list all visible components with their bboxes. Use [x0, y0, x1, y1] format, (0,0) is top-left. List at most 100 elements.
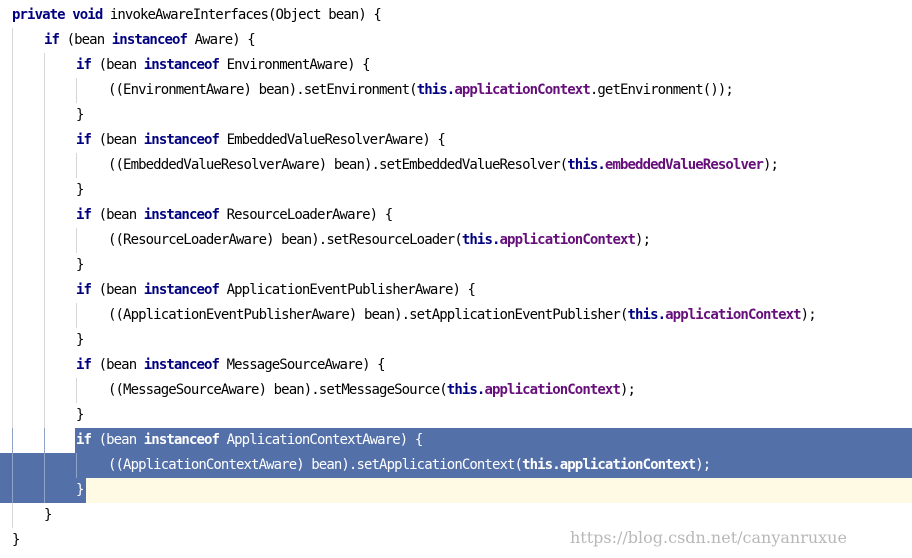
field-token: embeddedValueResolver	[604, 157, 764, 173]
indent-guide	[44, 453, 45, 478]
code-text: }	[12, 528, 20, 553]
keyword-token: private void	[12, 7, 110, 23]
code-line[interactable]: if (bean instanceof Aware) {	[0, 28, 912, 53]
indent-guide	[44, 128, 45, 153]
code-token: );	[695, 457, 711, 473]
code-token: EnvironmentAware) {	[226, 57, 371, 73]
code-token: }	[44, 507, 52, 523]
code-text: }	[76, 103, 84, 128]
keyword-token: instanceof	[111, 32, 195, 48]
keyword-token: if	[76, 432, 99, 448]
code-line[interactable]: }	[0, 103, 912, 128]
code-line[interactable]: ((ApplicationEventPublisherAware) bean).…	[0, 303, 912, 328]
field-token: applicationContext	[484, 382, 620, 398]
indent-guide	[44, 203, 45, 228]
code-token: (bean	[66, 32, 112, 48]
code-text: }	[76, 478, 84, 503]
code-line[interactable]: private void invokeAwareInterfaces(Objec…	[0, 3, 912, 28]
code-text: if (bean instanceof MessageSourceAware) …	[76, 353, 386, 378]
indent-guide	[12, 253, 13, 278]
indent-guide	[44, 178, 45, 203]
code-text: if (bean instanceof ResourceLoaderAware)…	[76, 203, 394, 228]
keyword-token: this.	[627, 307, 666, 323]
keyword-token: if	[76, 207, 99, 223]
field-token: applicationContext	[665, 307, 801, 323]
code-text: ((ApplicationEventPublisherAware) bean).…	[108, 303, 817, 328]
indent-guide	[12, 128, 13, 153]
indent-guide	[44, 478, 45, 503]
code-token: );	[619, 382, 636, 398]
code-editor[interactable]: private void invokeAwareInterfaces(Objec…	[0, 0, 912, 558]
code-line[interactable]: if (bean instanceof ResourceLoaderAware)…	[0, 203, 912, 228]
keyword-token: this.	[567, 157, 606, 173]
code-token: );	[763, 157, 779, 173]
code-token: );	[635, 232, 651, 248]
code-text: ((ApplicationContextAware) bean).setAppl…	[108, 453, 711, 478]
indent-guide	[44, 403, 45, 428]
indent-guide	[76, 228, 77, 253]
code-line[interactable]: }	[0, 253, 912, 278]
keyword-token: if	[76, 357, 99, 373]
code-line[interactable]: }	[0, 403, 912, 428]
code-token: ApplicationContextAware) {	[226, 432, 424, 448]
code-token: (bean	[98, 132, 144, 148]
keyword-token: this.	[461, 232, 501, 248]
indent-guide	[76, 303, 77, 328]
code-line[interactable]: if (bean instanceof ApplicationContextAw…	[0, 428, 912, 453]
code-line[interactable]: if (bean instanceof ApplicationEventPubl…	[0, 278, 912, 303]
code-text: }	[76, 328, 84, 353]
code-line[interactable]: ((EnvironmentAware) bean).setEnvironment…	[0, 78, 912, 103]
code-line[interactable]: if (bean instanceof EnvironmentAware) {	[0, 53, 912, 78]
code-token: ((ResourceLoaderAware) bean).setResource…	[108, 232, 463, 248]
indent-guide	[44, 378, 45, 403]
code-line[interactable]: ((ApplicationContextAware) bean).setAppl…	[0, 453, 912, 478]
code-text: if (bean instanceof EnvironmentAware) {	[76, 53, 371, 78]
keyword-token: instanceof	[143, 57, 227, 73]
code-line[interactable]: }	[0, 478, 912, 503]
code-line[interactable]: }	[0, 178, 912, 203]
watermark-text: https://blog.csdn.net/canyanruxue	[570, 528, 847, 547]
keyword-token: instanceof	[143, 432, 227, 448]
code-token: ResourceLoaderAware) {	[226, 207, 394, 223]
code-line[interactable]: }	[0, 328, 912, 353]
code-token: EmbeddedValueResolverAware) {	[226, 132, 446, 148]
indent-guide	[44, 78, 45, 103]
code-token: (bean	[98, 57, 144, 73]
keyword-token: if	[76, 132, 99, 148]
code-line[interactable]: if (bean instanceof EmbeddedValueResolve…	[0, 128, 912, 153]
indent-guide	[12, 28, 13, 53]
indent-guide	[76, 453, 77, 478]
code-text: }	[76, 178, 84, 203]
code-token: ((EnvironmentAware) bean).setEnvironment…	[108, 82, 418, 98]
indent-guide	[12, 228, 13, 253]
indent-guide	[12, 453, 13, 478]
code-line[interactable]: ((EmbeddedValueResolverAware) bean).setE…	[0, 153, 912, 178]
keyword-token: instanceof	[143, 282, 227, 298]
indent-guide	[44, 228, 45, 253]
code-token: ((MessageSourceAware) bean).setMessageSo…	[108, 382, 448, 398]
code-line[interactable]: ((MessageSourceAware) bean).setMessageSo…	[0, 378, 912, 403]
code-token: }	[76, 482, 84, 498]
indent-guide	[44, 328, 45, 353]
indent-guide	[12, 328, 13, 353]
code-line[interactable]: if (bean instanceof MessageSourceAware) …	[0, 353, 912, 378]
code-line[interactable]: ((ResourceLoaderAware) bean).setResource…	[0, 228, 912, 253]
code-token: .getEnvironment());	[589, 82, 734, 98]
code-line[interactable]: }	[0, 503, 912, 528]
code-text: if (bean instanceof Aware) {	[44, 28, 256, 53]
code-token: }	[76, 182, 84, 198]
code-token: }	[76, 107, 84, 123]
code-text: }	[76, 253, 84, 278]
field-token: applicationContext	[454, 82, 590, 98]
code-token: }	[76, 332, 84, 348]
keyword-token: if	[76, 57, 99, 73]
indent-guide	[12, 503, 13, 528]
code-text: ((EnvironmentAware) bean).setEnvironment…	[108, 78, 734, 103]
code-token: Aware) {	[194, 32, 256, 48]
code-token: }	[12, 532, 20, 548]
indent-guide	[12, 103, 13, 128]
indent-guide	[44, 303, 45, 328]
code-text: if (bean instanceof EmbeddedValueResolve…	[76, 128, 446, 153]
indent-guide	[12, 153, 13, 178]
field-token: applicationContext	[559, 457, 696, 473]
